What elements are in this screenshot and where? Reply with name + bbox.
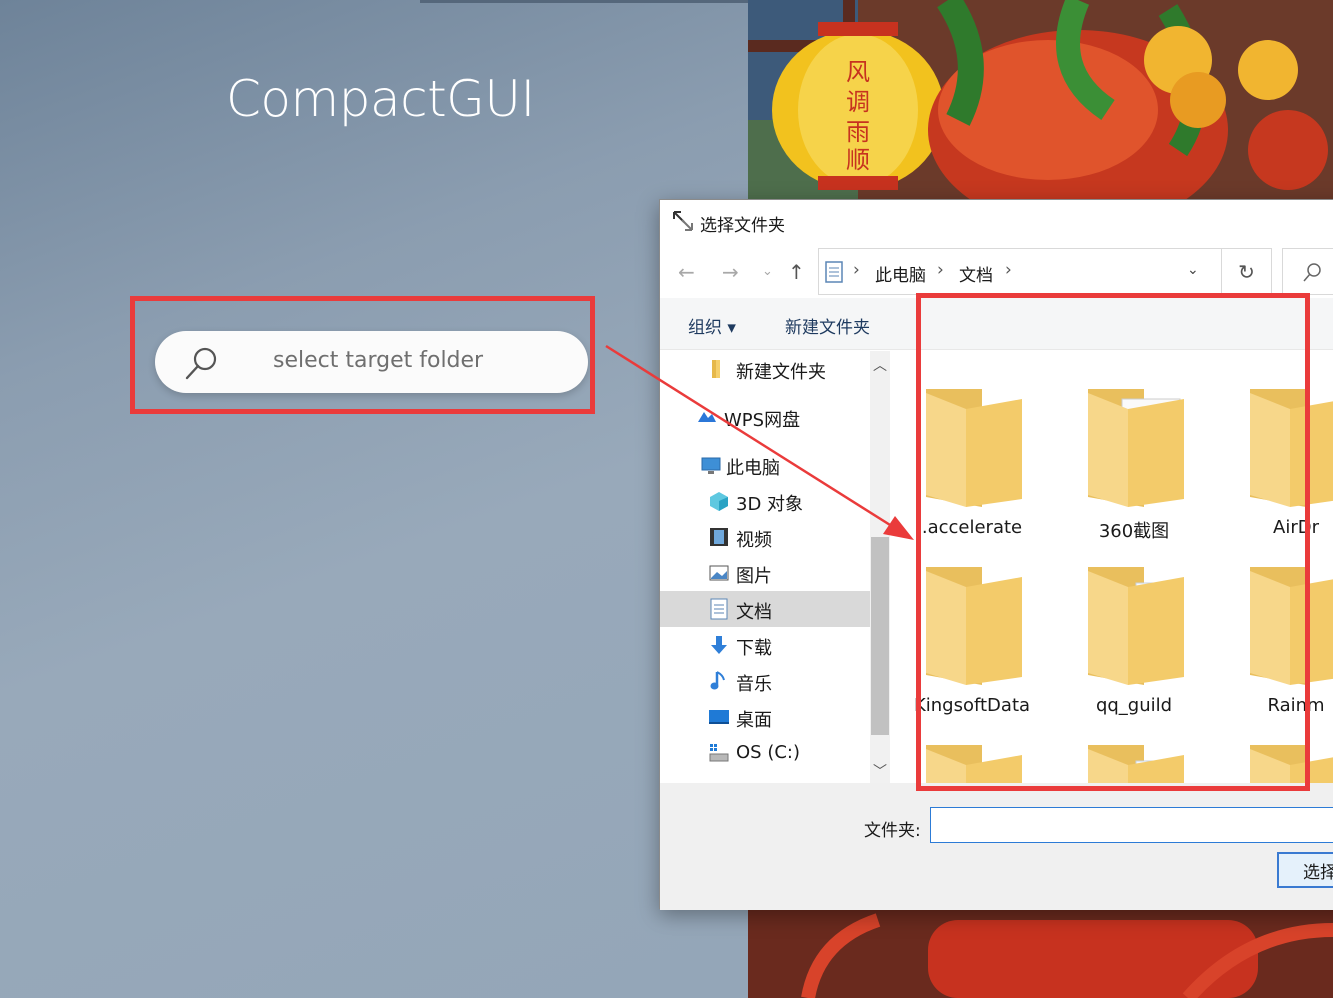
highlight-box-search (130, 296, 595, 414)
music-icon (710, 671, 725, 690)
nav-item-new-folder[interactable]: 新建文件夹 (660, 351, 870, 387)
scroll-up-icon[interactable]: ︿ (873, 355, 887, 375)
scroll-down-icon[interactable]: ﹀ (873, 761, 887, 781)
video-icon (710, 528, 728, 546)
dialog-title: 选择文件夹 (700, 216, 785, 236)
nav-item-label: 视频 (736, 530, 772, 551)
breadcrumb-this-pc[interactable]: 此电脑 (875, 261, 926, 286)
folder-name-input[interactable] (930, 807, 1333, 843)
nav-item-this-pc[interactable]: 此电脑 (660, 447, 870, 483)
compactgui-window: CompactGUI select target folder (0, 0, 748, 998)
document-icon (825, 261, 843, 283)
new-folder-button[interactable]: 新建文件夹 (785, 313, 870, 338)
desktop-icon (709, 710, 729, 724)
document-icon (710, 598, 728, 620)
breadcrumb-documents[interactable]: 文档 (959, 261, 993, 286)
nav-item-pictures[interactable]: 图片 (660, 555, 870, 591)
refresh-button[interactable]: ↻ (1222, 248, 1272, 295)
folder-icon (712, 360, 720, 378)
nav-item-label: 图片 (736, 566, 772, 587)
svg-text:顺: 顺 (846, 146, 870, 174)
dialog-app-icon (673, 211, 693, 231)
svg-text:雨: 雨 (846, 118, 870, 146)
breadcrumb-separator-icon: › (853, 260, 860, 280)
window-edge (420, 0, 748, 3)
nav-item-label: 音乐 (736, 674, 772, 695)
address-dropdown-icon[interactable]: ⌄ (1187, 262, 1199, 278)
nav-item-desktop[interactable]: 桌面 (660, 699, 870, 735)
svg-text:风: 风 (846, 58, 870, 86)
nav-item-label: 此电脑 (726, 458, 780, 479)
nav-item-os-drive[interactable]: OS (C:) (660, 735, 870, 771)
nav-item-label: 下载 (736, 638, 772, 659)
download-icon (711, 636, 727, 654)
nav-item-label: 3D 对象 (736, 494, 804, 515)
drive-icon (709, 744, 729, 762)
dialog-search-box[interactable] (1282, 248, 1333, 295)
organize-menu[interactable]: 组织 ▾ (688, 313, 736, 338)
nav-item-label: 桌面 (736, 710, 772, 731)
forward-arrow-icon[interactable]: → (722, 260, 739, 284)
dialog-footer: 文件夹: 选择 (660, 783, 1333, 910)
navigation-row: ← → ⌄ ↑ › 此电脑 › 文档 › ⌄ ↻ (660, 248, 1333, 296)
nav-item-label: 新建文件夹 (736, 362, 826, 383)
nav-item-videos[interactable]: 视频 (660, 519, 870, 555)
search-icon (1303, 263, 1321, 282)
nav-item-3d-objects[interactable]: 3D 对象 (660, 483, 870, 519)
nav-item-documents[interactable]: 文档 (660, 591, 870, 627)
dialog-titlebar[interactable]: 选择文件夹 (660, 200, 1333, 242)
picture-icon (709, 565, 729, 581)
app-title: CompactGUI (226, 70, 535, 128)
scrollbar-thumb[interactable] (871, 537, 889, 735)
nav-item-music[interactable]: 音乐 (660, 663, 870, 699)
nav-item-label: 文档 (736, 602, 772, 623)
nav-item-label: WPS网盘 (724, 410, 801, 431)
nav-item-downloads[interactable]: 下载 (660, 627, 870, 663)
address-bar[interactable]: › 此电脑 › 文档 › ⌄ (818, 248, 1222, 295)
nav-item-wps-cloud[interactable]: WPS网盘 (660, 399, 870, 435)
nav-item-label: OS (C:) (736, 742, 800, 763)
select-folder-button[interactable]: 选择 (1277, 852, 1333, 888)
up-arrow-icon[interactable]: ↑ (788, 260, 805, 284)
recent-chevron-icon[interactable]: ⌄ (762, 264, 773, 279)
back-arrow-icon[interactable]: ← (678, 260, 695, 284)
folder-name-label: 文件夹: (864, 821, 921, 841)
svg-text:调: 调 (846, 88, 870, 116)
highlight-box-files (916, 293, 1310, 791)
breadcrumb-separator-icon: › (937, 260, 944, 280)
cube-icon (710, 492, 728, 511)
computer-icon (701, 457, 721, 474)
navigation-pane: 新建文件夹 WPS网盘 此电脑 3D 对象 视频 图片 文档 下载 音乐 桌面 … (660, 351, 870, 783)
cloud-icon (698, 412, 716, 422)
breadcrumb-separator-icon: › (1005, 260, 1012, 280)
nav-scrollbar[interactable]: ︿ ﹀ (870, 351, 890, 783)
